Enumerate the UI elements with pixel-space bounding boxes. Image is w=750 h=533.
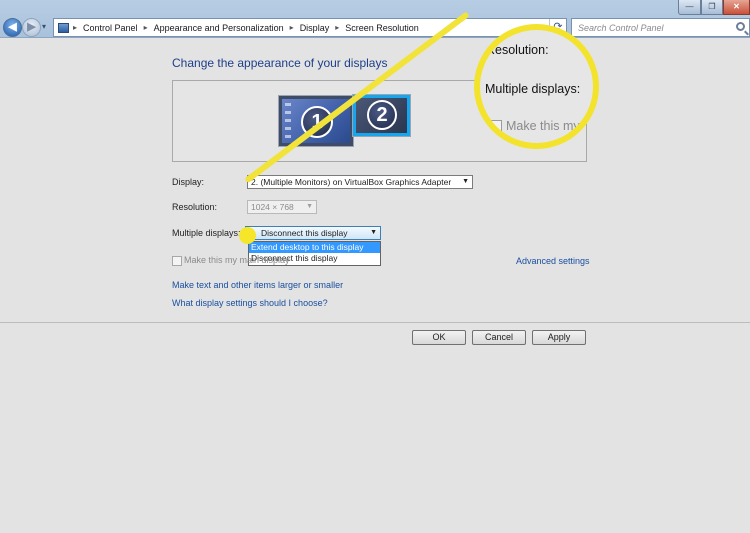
main-display-checkbox[interactable] (172, 256, 182, 266)
search-placeholder: Search Control Panel (578, 23, 664, 33)
monitor-number-2: 2 (367, 100, 397, 130)
callout-checkbox-label: Make this my (506, 119, 580, 133)
close-button[interactable]: ✕ (723, 0, 750, 15)
desktop-icons (285, 103, 291, 141)
control-panel-icon (58, 22, 69, 33)
address-bar[interactable]: ▸ Control Panel ▸ Appearance and Persona… (53, 18, 567, 37)
display-label: Display: (172, 177, 205, 187)
larger-text-link[interactable]: Make text and other items larger or smal… (172, 280, 343, 290)
cancel-button[interactable]: Cancel (472, 330, 526, 345)
breadcrumb-display[interactable]: Display (300, 23, 330, 33)
callout-pointer-dot (239, 227, 256, 244)
breadcrumb-screen-resolution[interactable]: Screen Resolution (345, 23, 419, 33)
ok-button[interactable]: OK (412, 330, 466, 345)
display-select[interactable]: 2. (Multiple Monitors) on VirtualBox Gra… (247, 175, 473, 189)
maximize-button[interactable]: ❐ (701, 0, 723, 15)
chevron-down-icon: ▼ (306, 203, 313, 210)
breadcrumb-appearance[interactable]: Appearance and Personalization (154, 23, 284, 33)
chevron-down-icon: ▼ (462, 178, 469, 185)
display-select-value: 2. (Multiple Monitors) on VirtualBox Gra… (251, 177, 452, 187)
multiple-displays-label: Multiple displays: (172, 228, 241, 238)
callout-checkbox (488, 120, 502, 134)
breadcrumb-separator[interactable]: ▸ (290, 23, 294, 32)
resolution-select[interactable]: 1024 × 768 ▼ (247, 200, 317, 214)
page-title: Change the appearance of your displays (172, 56, 388, 70)
search-icon[interactable] (736, 22, 745, 31)
main-display-checkbox-label: Make this my main display (184, 255, 290, 265)
resolution-select-value: 1024 × 768 (251, 202, 294, 212)
title-bar: — ❐ ✕ ◀ ▶ ▾ ▸ Control Panel ▸ Appearance… (0, 0, 750, 38)
multiple-displays-value: Disconnect this display (261, 228, 348, 238)
breadcrumb-separator[interactable]: ▸ (335, 23, 339, 32)
divider (0, 322, 750, 323)
chevron-down-icon: ▼ (370, 229, 377, 236)
breadcrumb-control-panel[interactable]: Control Panel (83, 23, 138, 33)
magnifier-callout: Resolution: Multiple displays: Make this… (474, 24, 599, 149)
search-input[interactable]: Search Control Panel (571, 18, 750, 37)
minimize-button[interactable]: — (678, 0, 701, 15)
forward-button[interactable]: ▶ (22, 18, 41, 37)
back-button[interactable]: ◀ (3, 18, 22, 37)
apply-button[interactable]: Apply (532, 330, 586, 345)
resolution-label: Resolution: (172, 202, 218, 212)
recent-pages-dropdown[interactable]: ▾ (42, 22, 46, 31)
monitor-2[interactable]: 2 (353, 95, 410, 136)
callout-multiple-displays-label: Multiple displays: (485, 82, 581, 96)
breadcrumb-separator: ▸ (73, 23, 78, 32)
callout-resolution-label: Resolution: (486, 43, 549, 57)
display-help-link[interactable]: What display settings should I choose? (172, 298, 328, 308)
multiple-displays-select[interactable]: Disconnect this display ▼ (245, 226, 381, 240)
advanced-settings-link[interactable]: Advanced settings (516, 256, 590, 266)
option-extend-desktop[interactable]: Extend desktop to this display (249, 242, 380, 253)
breadcrumb-separator[interactable]: ▸ (144, 23, 148, 32)
